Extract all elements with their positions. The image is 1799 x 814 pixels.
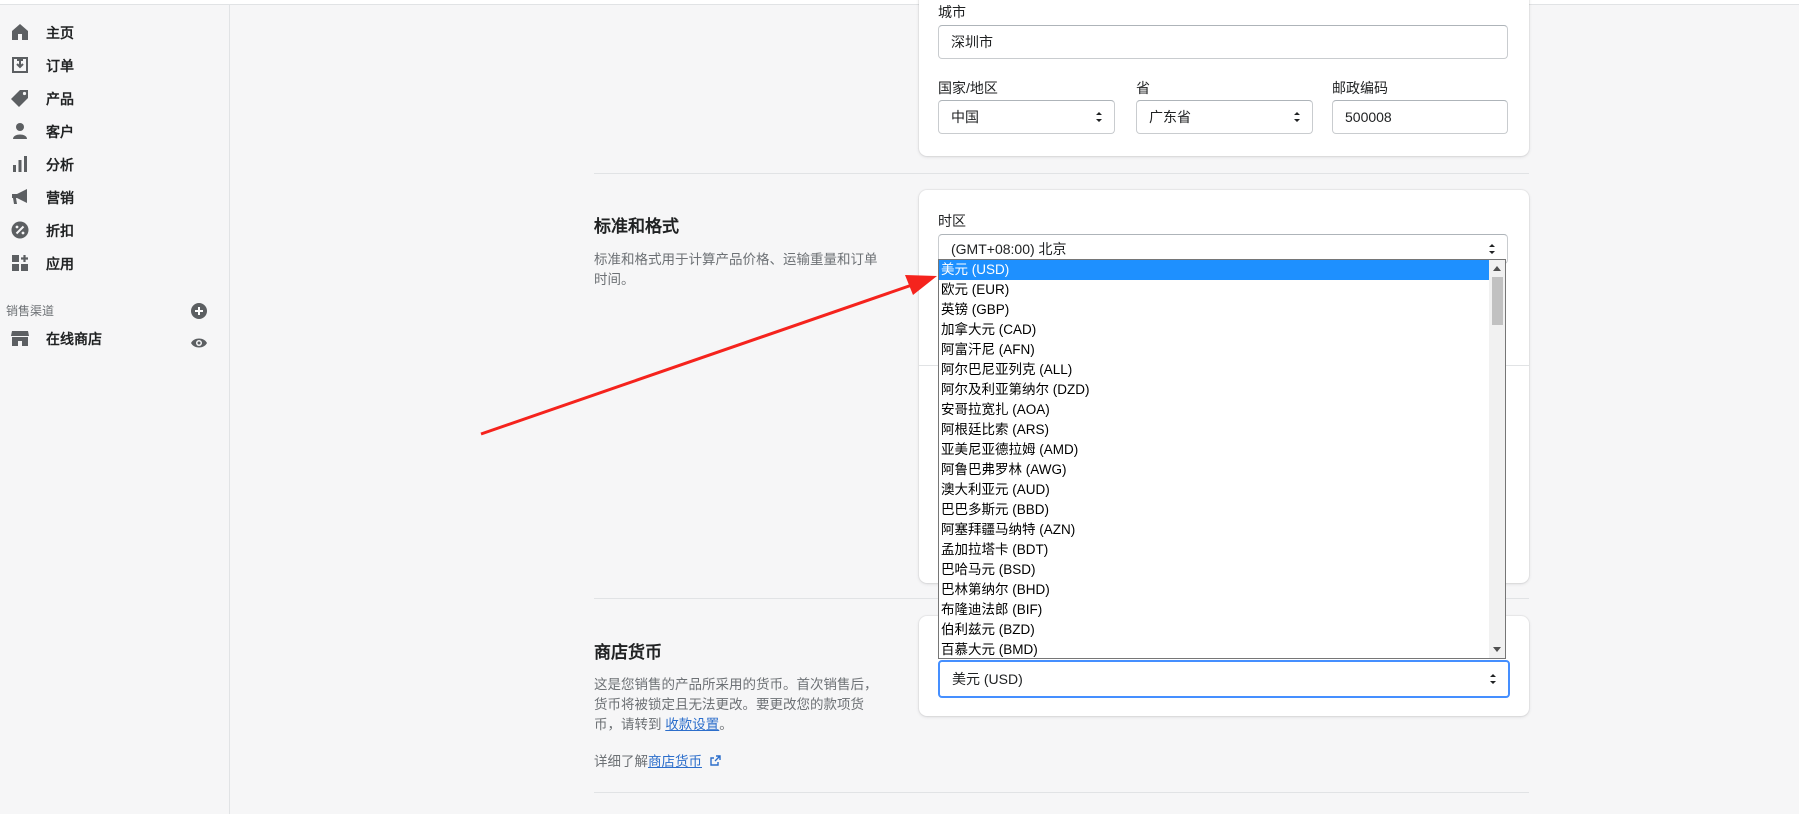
currency-option[interactable]: 阿尔及利亚第纳尔 (DZD) — [939, 380, 1490, 400]
sidebar-item-orders[interactable]: 订单 — [0, 50, 229, 80]
sidebar-item-products[interactable]: 产品 — [0, 83, 229, 113]
currency-description-end: 。 — [719, 717, 733, 732]
currency-option[interactable]: 英镑 (GBP) — [939, 300, 1490, 320]
select-arrows-icon — [1489, 244, 1495, 254]
postal-value: 500008 — [1345, 109, 1392, 125]
sidebar-item-marketing[interactable]: 营销 — [0, 182, 229, 212]
section-divider — [594, 792, 1529, 793]
megaphone-icon — [12, 189, 27, 204]
sidebar-item-customers[interactable]: 客户 — [0, 116, 229, 146]
currency-option[interactable]: 百慕大元 (BMD) — [939, 640, 1490, 658]
sidebar-item-discounts[interactable]: 折扣 — [0, 215, 229, 245]
payment-settings-link[interactable]: 收款设置 — [665, 717, 719, 732]
sidebar-item-label: 产品 — [46, 91, 74, 107]
top-bar — [0, 0, 1799, 5]
home-icon — [12, 24, 28, 40]
country-select[interactable]: 中国 — [938, 100, 1115, 134]
currency-option[interactable]: 阿根廷比索 (ARS) — [939, 420, 1490, 440]
currency-option[interactable]: 伯利兹元 (BZD) — [939, 620, 1490, 640]
standards-description: 标准和格式用于计算产品价格、运输重量和订单时间。 — [594, 252, 878, 287]
currency-heading: 商店货币 — [594, 643, 662, 662]
postal-label: 邮政编码 — [1332, 80, 1388, 96]
section-divider — [594, 173, 1529, 174]
scroll-down-icon[interactable] — [1493, 647, 1501, 652]
currency-option[interactable]: 巴巴多斯元 (BBD) — [939, 500, 1490, 520]
city-label: 城市 — [938, 4, 966, 20]
sidebar-item-label: 在线商店 — [46, 331, 102, 347]
currency-select[interactable]: 美元 (USD) — [938, 660, 1510, 698]
currency-value: 美元 (USD) — [952, 671, 1023, 687]
sidebar: 主页 订单 产品 客户 分析 营销 折扣 应用 销售渠道 在线商店 — [0, 5, 230, 814]
currency-option[interactable]: 阿尔巴尼亚列克 (ALL) — [939, 360, 1490, 380]
apps-icon — [12, 255, 28, 271]
currency-option[interactable]: 阿富汗尼 (AFN) — [939, 340, 1490, 360]
city-field[interactable]: 深圳市 — [938, 25, 1508, 59]
currency-description-text: 这是您销售的产品所采用的货币。首次销售后，货币将被锁定且无法更改。要更改您的款项… — [594, 677, 878, 732]
select-arrows-icon — [1096, 112, 1102, 122]
scroll-up-icon[interactable] — [1493, 266, 1501, 271]
country-label: 国家/地区 — [938, 80, 998, 96]
bar-chart-icon — [13, 156, 27, 172]
select-arrows-icon — [1490, 674, 1496, 684]
currency-option[interactable]: 布隆迪法郎 (BIF) — [939, 600, 1490, 620]
tag-icon — [11, 90, 28, 107]
sales-channels-title: 销售渠道 — [6, 304, 55, 318]
currency-dropdown-list[interactable]: 美元 (USD) 欧元 (EUR) 英镑 (GBP) 加拿大元 (CAD) 阿富汗尼 (… — [938, 259, 1506, 659]
currency-option[interactable]: 巴哈马元 (BSD) — [939, 560, 1490, 580]
sidebar-item-label: 折扣 — [46, 223, 74, 239]
currency-option[interactable]: 美元 (USD) — [939, 260, 1490, 280]
select-arrows-icon — [1294, 112, 1300, 122]
sidebar-item-home[interactable]: 主页 — [0, 17, 229, 47]
sidebar-item-label: 应用 — [46, 256, 74, 272]
city-value: 深圳市 — [951, 34, 993, 50]
standards-heading: 标准和格式 — [594, 217, 679, 236]
learn-more: 详细了解商店货币 — [594, 752, 879, 772]
store-currency-link[interactable]: 商店货币 — [648, 754, 702, 769]
discount-icon — [11, 221, 29, 239]
currency-option[interactable]: 加拿大元 (CAD) — [939, 320, 1490, 340]
sidebar-item-label: 分析 — [46, 157, 74, 173]
annotation-arrow — [480, 275, 937, 436]
orders-icon — [12, 57, 28, 73]
sidebar-item-label: 订单 — [46, 58, 74, 74]
external-link-icon — [710, 755, 721, 766]
address-card: 城市 深圳市 国家/地区 中国 省 广东省 邮政编码 500008 — [919, 0, 1529, 156]
currency-option[interactable]: 阿塞拜疆马纳特 (AZN) — [939, 520, 1490, 540]
currency-option[interactable]: 阿鲁巴弗罗林 (AWG) — [939, 460, 1490, 480]
timezone-label: 时区 — [938, 213, 966, 229]
currency-option[interactable]: 孟加拉塔卡 (BDT) — [939, 540, 1490, 560]
currency-options: 美元 (USD) 欧元 (EUR) 英镑 (GBP) 加拿大元 (CAD) 阿富汗尼 (… — [939, 260, 1490, 658]
scrollbar-thumb[interactable] — [1492, 277, 1503, 325]
dropdown-scrollbar[interactable] — [1489, 260, 1505, 658]
person-icon — [13, 123, 27, 139]
sidebar-item-label: 主页 — [46, 25, 74, 41]
currency-option[interactable]: 欧元 (EUR) — [939, 280, 1490, 300]
currency-option[interactable]: 安哥拉宽扎 (AOA) — [939, 400, 1490, 420]
currency-description: 这是您销售的产品所采用的货币。首次销售后，货币将被锁定且无法更改。要更改您的款项… — [594, 675, 879, 735]
postal-field[interactable]: 500008 — [1332, 100, 1508, 134]
currency-option[interactable]: 澳大利亚元 (AUD) — [939, 480, 1490, 500]
store-icon — [11, 331, 29, 346]
add-channel-icon[interactable] — [190, 302, 208, 320]
eye-icon[interactable] — [190, 334, 208, 352]
province-select[interactable]: 广东省 — [1136, 100, 1313, 134]
country-value: 中国 — [951, 109, 979, 125]
province-value: 广东省 — [1149, 109, 1191, 125]
learn-more-text: 详细了解 — [594, 754, 648, 769]
sidebar-item-label: 营销 — [46, 190, 74, 206]
sidebar-item-apps[interactable]: 应用 — [0, 248, 229, 278]
timezone-value: (GMT+08:00) 北京 — [951, 241, 1067, 257]
currency-option[interactable]: 亚美尼亚德拉姆 (AMD) — [939, 440, 1490, 460]
sidebar-item-label: 客户 — [46, 124, 74, 140]
sidebar-item-analytics[interactable]: 分析 — [0, 149, 229, 179]
currency-option[interactable]: 巴林第纳尔 (BHD) — [939, 580, 1490, 600]
province-label: 省 — [1136, 80, 1150, 96]
